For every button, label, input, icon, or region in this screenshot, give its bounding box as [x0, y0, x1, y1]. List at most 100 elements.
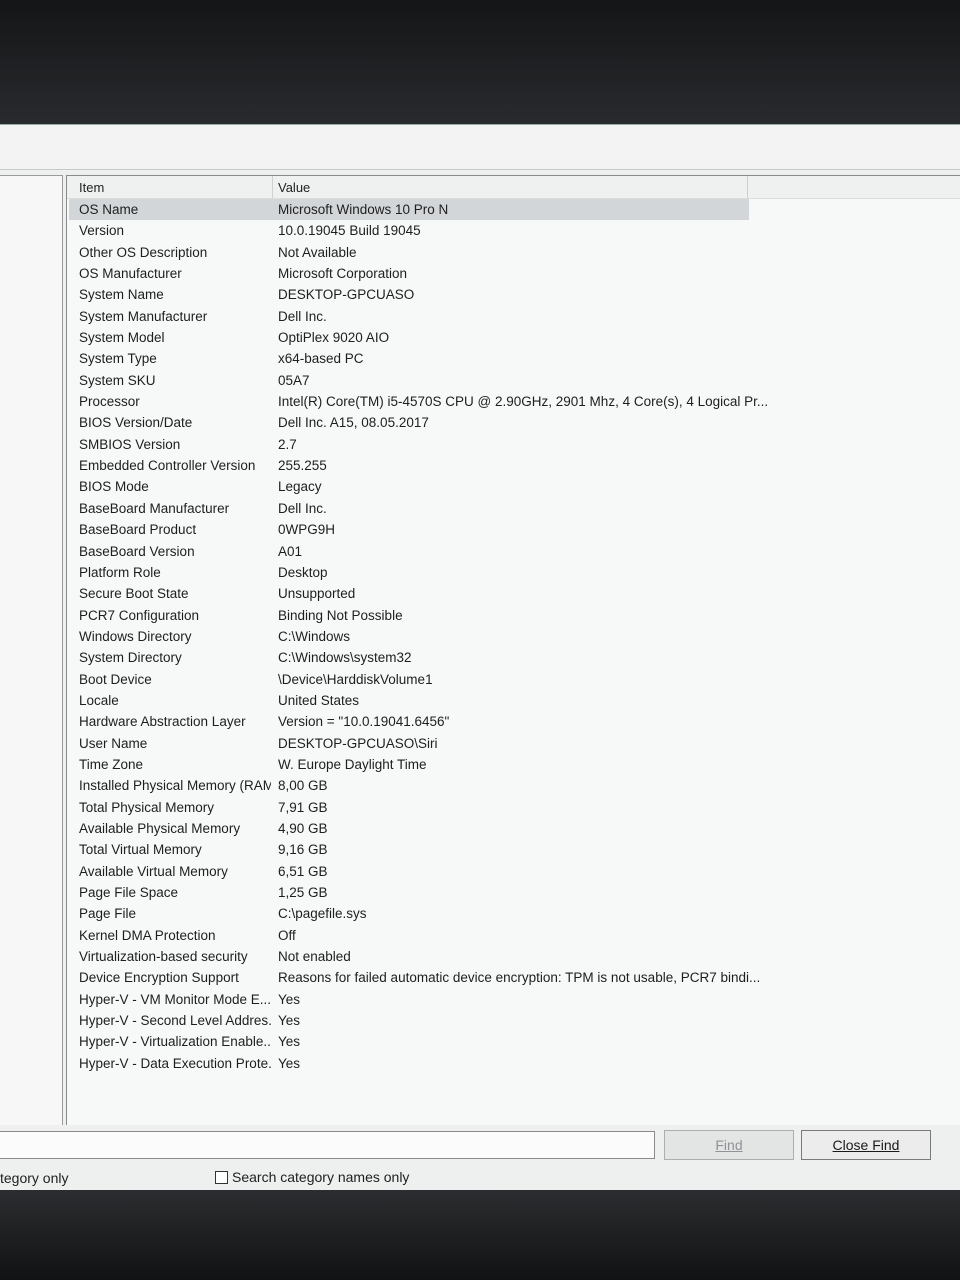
row-value: 2.7 [278, 436, 297, 452]
row-item: Hyper-V - Second Level Addres... [79, 1013, 271, 1029]
table-row[interactable]: BIOS Mode Legacy [67, 476, 960, 497]
search-category-names-option[interactable]: Search category names only [215, 1169, 409, 1185]
search-selected-category-option[interactable]: tegory only [0, 1170, 68, 1186]
row-value: United States [278, 692, 360, 708]
table-row[interactable]: System SKU 05A7 [67, 370, 960, 391]
table-row[interactable]: BIOS Version/Date Dell Inc. A15, 08.05.20… [67, 412, 960, 433]
row-item: System Type [79, 351, 157, 367]
table-row[interactable]: Installed Physical Memory (RAM) 8,00 GB [67, 775, 960, 796]
table-row[interactable]: Hyper-V - Data Execution Prote... Yes [67, 1053, 960, 1074]
table-row[interactable]: System Model OptiPlex 9020 AIO [67, 327, 960, 348]
table-row[interactable]: Hyper-V - Virtualization Enable... Yes [67, 1031, 960, 1052]
table-row[interactable]: User Name DESKTOP-GPCUASO\Siri [67, 733, 960, 754]
row-value: Dell Inc. A15, 08.05.2017 [278, 415, 429, 431]
table-row[interactable]: OS Manufacturer Microsoft Corporation [67, 263, 960, 284]
table-row[interactable]: Version 10.0.19045 Build 19045 [67, 220, 960, 241]
table-row[interactable]: Device Encryption Support Reasons for fai… [67, 967, 960, 988]
row-item: OS Manufacturer [79, 266, 182, 282]
row-item: Page File Space [79, 885, 179, 900]
table-row[interactable]: Hyper-V - VM Monitor Mode E... Yes [67, 989, 960, 1010]
table-row[interactable]: System Type x64-based PC [67, 348, 960, 369]
table-row[interactable]: System Manufacturer Dell Inc. [67, 306, 960, 327]
table-row[interactable]: Hyper-V - Second Level Addres... Yes [67, 1010, 960, 1031]
row-item: System Name [79, 287, 164, 303]
search-selected-category-label: tegory only [0, 1170, 69, 1186]
search-category-names-label: Search category names only [232, 1169, 410, 1185]
table-row[interactable]: PCR7 Configuration Binding Not Possible [67, 605, 960, 626]
table-row[interactable]: Boot Device \Device\HarddiskVolume1 [67, 669, 960, 690]
table-row[interactable]: Available Physical Memory 4,90 GB [67, 818, 960, 839]
column-header-value[interactable]: Value [278, 180, 310, 195]
table-row[interactable]: Total Physical Memory 7,91 GB [67, 797, 960, 818]
row-item: Processor [79, 394, 140, 410]
table-row[interactable]: Secure Boot State Unsupported [67, 583, 960, 604]
row-item: System Directory [79, 650, 182, 666]
row-value: Yes [278, 1013, 301, 1029]
table-row[interactable]: Hardware Abstraction Layer Version = "10.… [67, 711, 960, 732]
row-value: Not enabled [278, 949, 351, 965]
table-row[interactable]: BaseBoard Version A01 [67, 541, 960, 562]
table-row[interactable]: Available Virtual Memory 6,51 GB [67, 861, 960, 882]
row-item: Hyper-V - Virtualization Enable... [79, 1034, 271, 1050]
row-item: Available Virtual Memory [79, 863, 228, 879]
find-what-input[interactable] [0, 1131, 655, 1159]
category-tree-pane[interactable] [0, 175, 63, 1133]
table-row[interactable]: Windows Directory C:\Windows [67, 626, 960, 647]
table-row[interactable]: SMBIOS Version 2.7 [67, 434, 960, 455]
screen-top-bezel [0, 0, 960, 128]
row-item: System Model [79, 330, 165, 346]
table-row[interactable]: BaseBoard Manufacturer Dell Inc. [67, 498, 960, 519]
row-item: Total Virtual Memory [79, 842, 202, 858]
row-value: Dell Inc. [278, 500, 327, 516]
row-value: \Device\HarddiskVolume1 [278, 671, 433, 687]
row-item: Hardware Abstraction Layer [79, 714, 246, 730]
row-item: BaseBoard Manufacturer [79, 500, 230, 516]
row-value: A01 [278, 543, 303, 559]
row-value: OptiPlex 9020 AIO [278, 330, 390, 346]
table-row[interactable]: System Directory C:\Windows\system32 [67, 647, 960, 668]
find-button-label: Find [715, 1137, 743, 1153]
row-item: BaseBoard Version [79, 543, 195, 559]
table-row[interactable]: Virtualization-based security Not enabled [67, 946, 960, 967]
row-item: BaseBoard Product [79, 522, 197, 538]
row-item: Installed Physical Memory (RAM) [79, 778, 271, 794]
search-category-names-checkbox[interactable] [215, 1170, 228, 1184]
details-list-pane[interactable]: Item Value OS Name Microsoft Windows 10 P… [66, 175, 960, 1133]
row-item: Hyper-V - VM Monitor Mode E... [79, 991, 271, 1007]
row-value: C:\Windows [278, 628, 351, 644]
row-value: C:\pagefile.sys [278, 906, 367, 922]
system-information-window: Item Value OS Name Microsoft Windows 10 P… [0, 124, 960, 1191]
column-divider[interactable] [272, 176, 273, 198]
menu-bar [0, 125, 960, 170]
table-row[interactable]: BaseBoard Product 0WPG9H [67, 519, 960, 540]
table-row[interactable]: Platform Role Desktop [67, 562, 960, 583]
row-item: Other OS Description [79, 244, 208, 260]
list-header: Item Value [67, 176, 960, 199]
row-value: Version = "10.0.19041.6456" [278, 714, 450, 730]
row-item: PCR7 Configuration [79, 607, 200, 623]
table-row[interactable]: OS Name Microsoft Windows 10 Pro N [67, 199, 960, 221]
row-item: Version [79, 223, 125, 239]
table-row[interactable]: Page File C:\pagefile.sys [67, 903, 960, 924]
table-row[interactable]: System Name DESKTOP-GPCUASO [67, 284, 960, 305]
close-find-button[interactable]: Close Find [801, 1130, 931, 1160]
row-value: 255.255 [278, 458, 327, 474]
table-row[interactable]: Kernel DMA Protection Off [67, 925, 960, 946]
row-item: Platform Role [79, 564, 161, 580]
row-value: Microsoft Windows 10 Pro N [278, 202, 449, 217]
row-item: BIOS Mode [79, 479, 149, 495]
row-item: BIOS Version/Date [79, 415, 193, 431]
table-row[interactable]: Other OS Description Not Available [67, 242, 960, 263]
column-header-end-divider[interactable] [747, 176, 748, 198]
column-header-item[interactable]: Item [79, 180, 104, 195]
table-row[interactable]: Embedded Controller Version 255.255 [67, 455, 960, 476]
table-row[interactable]: Total Virtual Memory 9,16 GB [67, 839, 960, 860]
find-button[interactable]: Find [664, 1130, 794, 1160]
row-value: C:\Windows\system32 [278, 650, 412, 666]
table-row[interactable]: Locale United States [67, 690, 960, 711]
table-row[interactable]: Processor Intel(R) Core(TM) i5-4570S CPU … [67, 391, 960, 412]
table-row[interactable]: Time Zone W. Europe Daylight Time [67, 754, 960, 775]
row-value: Desktop [278, 564, 328, 580]
table-row[interactable]: Page File Space 1,25 GB [67, 882, 960, 903]
row-item: Available Physical Memory [79, 820, 241, 836]
